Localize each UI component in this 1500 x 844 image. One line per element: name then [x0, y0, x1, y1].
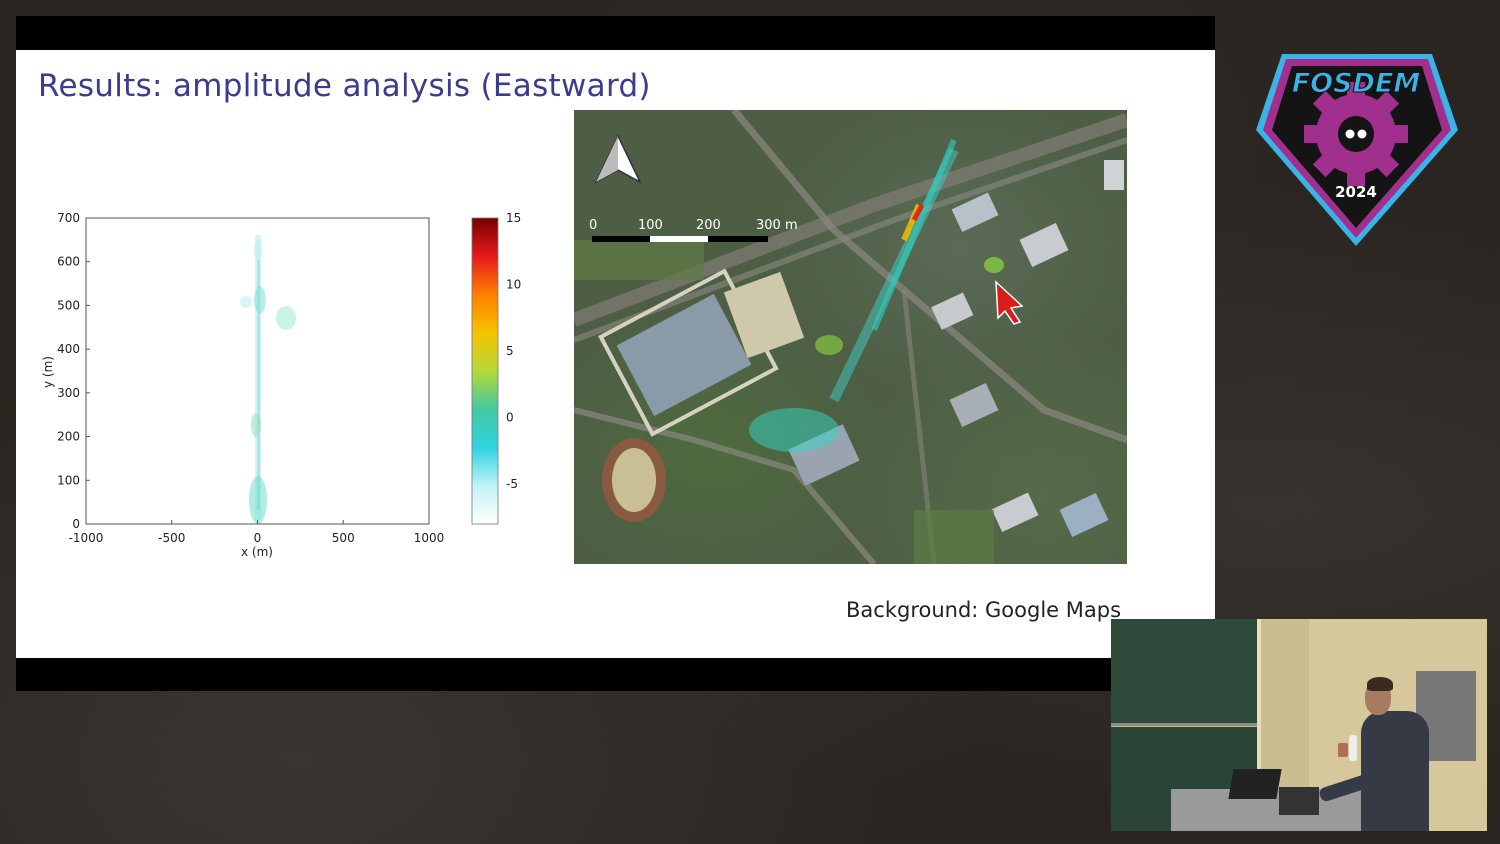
y-tick-label: 700 [57, 211, 80, 225]
slide-frame: Results: amplitude analysis (Eastward) 7… [16, 16, 1215, 691]
scale-bar [592, 236, 768, 242]
slide: Results: amplitude analysis (Eastward) 7… [16, 50, 1215, 658]
scale-label-200: 200 [696, 218, 721, 233]
satellite-map: 0 100 200 300 m [574, 110, 1127, 564]
chalkboard-top [1111, 619, 1257, 726]
x-axis-label: x (m) [241, 545, 273, 559]
x-tick-label: 1000 [414, 531, 445, 545]
colorbar [471, 217, 499, 525]
y-tick-label: 600 [57, 255, 80, 269]
scale-label-300: 300 m [756, 218, 798, 233]
speaker [1361, 711, 1429, 831]
slide-title: Results: amplitude analysis (Eastward) [38, 68, 651, 104]
scale-label-0: 0 [589, 218, 598, 233]
amplitude-plot: 7006005004003002001000 -1000 -500 0 500 1000… [41, 211, 521, 559]
speaker-webcam-feed [1111, 619, 1487, 831]
laptop [1228, 769, 1282, 799]
red-arrow-pointer-icon [995, 280, 1024, 325]
colorbar-tick-label: 5 [506, 344, 514, 358]
x-tick-label: 0 [254, 531, 262, 545]
y-axis-label: y (m) [41, 356, 55, 388]
y-tick-label: 400 [57, 342, 80, 356]
scale-label-100: 100 [638, 218, 663, 233]
x-tick-label: 500 [332, 531, 355, 545]
y-tick-label: 100 [57, 473, 80, 487]
y-tick-label: 0 [72, 517, 80, 531]
y-tick-label: 200 [57, 430, 80, 444]
x-tick-label: -500 [158, 531, 185, 545]
y-tick-label: 300 [57, 386, 80, 400]
colorbar-tick-label: 10 [506, 278, 521, 292]
map-overlay [574, 110, 1127, 564]
colorbar-tick-label: 0 [506, 411, 514, 425]
y-tick-label: 500 [57, 298, 80, 312]
logo-name: FOSDEM [1292, 68, 1421, 99]
fosdem-logo: FOSDEM 2024 [1256, 54, 1458, 246]
colorbar-tick-label: 15 [506, 211, 521, 225]
slide-caption: Background: Google Maps [846, 598, 1122, 622]
colorbar-tick-label: -5 [506, 477, 518, 491]
x-tick-label: -1000 [69, 531, 104, 545]
logo-year: 2024 [1335, 183, 1377, 201]
